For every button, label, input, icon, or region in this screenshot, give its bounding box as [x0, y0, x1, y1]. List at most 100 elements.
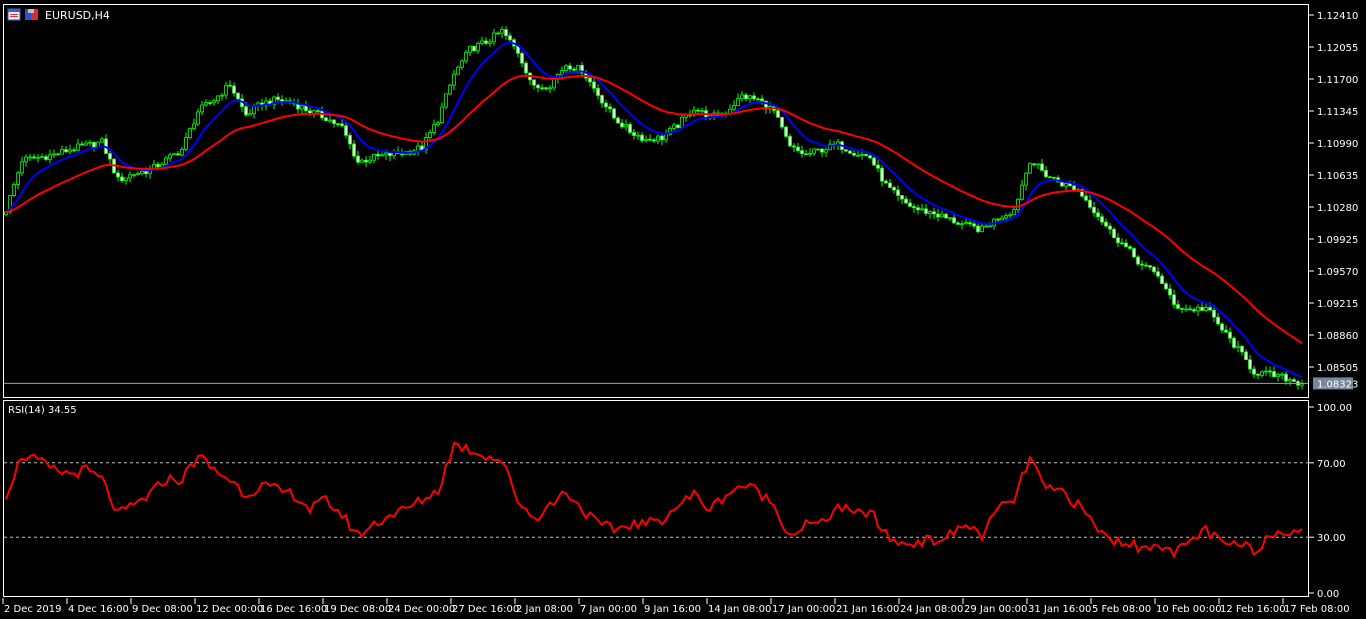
- candle-body-bear: [1256, 373, 1260, 376]
- candle-body-bear: [864, 154, 868, 157]
- candle-body-bear: [232, 85, 236, 94]
- candle-body-bull: [384, 152, 388, 156]
- time-tick-label: 14 Jan 08:00: [708, 604, 771, 615]
- candle-body-bear: [1224, 329, 1228, 333]
- candle-body-bear: [1156, 271, 1160, 277]
- candle-body-bear: [676, 124, 680, 128]
- candle-body-bull: [552, 78, 556, 89]
- candle-body-bear: [944, 213, 948, 219]
- candle-body-bear: [1088, 199, 1092, 208]
- candle-body-bull: [500, 29, 504, 34]
- price-tick-label: 1.08860: [1317, 331, 1358, 342]
- candle-body-bull: [680, 116, 684, 128]
- time-tick-label: 21 Jan 16:00: [836, 604, 899, 615]
- candle-body-bull: [452, 73, 456, 86]
- candle-body-bear: [968, 222, 972, 225]
- candle-body-bull: [480, 40, 484, 44]
- candle-body-bear: [400, 153, 404, 156]
- candle-body-bear: [72, 149, 76, 152]
- time-tick-label: 31 Jan 16:00: [1028, 604, 1091, 615]
- candle-body-bull: [960, 223, 964, 226]
- candle-body-bear: [916, 207, 920, 211]
- rsi-title: RSI(14) 34.55: [8, 405, 77, 416]
- candle: [1080, 188, 1084, 198]
- candle-body-bull: [88, 141, 92, 144]
- time-tick-label: 19 Dec 08:00: [324, 604, 391, 615]
- candle-body-bear: [1240, 345, 1244, 353]
- candle-body-bull: [428, 132, 432, 138]
- candle-body-bull: [1024, 172, 1028, 186]
- candle-body-bull: [672, 124, 676, 129]
- candle-body-bull: [1260, 371, 1264, 376]
- candle-body-bear: [620, 122, 624, 128]
- candle-body-bear: [648, 138, 652, 141]
- candle-body-bull: [132, 174, 136, 177]
- candle-body-bull: [60, 149, 64, 155]
- candle-body-bear: [244, 106, 248, 116]
- candle-body-bear: [660, 135, 664, 141]
- candle-body-bull: [416, 145, 420, 152]
- candle-body-bear: [632, 132, 636, 136]
- price-tick-label: 1.09570: [1317, 267, 1358, 278]
- candle-body-bear: [1096, 212, 1100, 218]
- candle-body-bear: [1052, 176, 1056, 179]
- time-tick-label: 24 Dec 00:00: [388, 604, 455, 615]
- candle-body-bear: [1200, 306, 1204, 311]
- candle-body-bear: [612, 108, 616, 119]
- candle-body-bear: [996, 218, 1000, 221]
- candle: [784, 125, 788, 139]
- candle-body-bear: [348, 134, 352, 145]
- candle-body-bull: [548, 87, 552, 90]
- candle-body-bear: [1108, 225, 1112, 230]
- candle-body-bull: [216, 95, 220, 102]
- candle-body-bull: [432, 124, 436, 133]
- candle-body-bear: [108, 153, 112, 160]
- candle-body-bull: [1204, 307, 1208, 311]
- price-tick-label: 1.12055: [1317, 43, 1358, 54]
- candle-body-bear: [976, 225, 980, 233]
- price-tick-label: 1.11345: [1317, 107, 1358, 118]
- candle: [188, 127, 192, 140]
- candle-body-bear: [908, 202, 912, 207]
- candle-body-bull: [1008, 214, 1012, 217]
- candle-body-bear: [1172, 294, 1176, 305]
- candle-body-bull: [464, 51, 468, 62]
- candle-body-bull: [564, 65, 568, 71]
- candle-body-bear: [344, 125, 348, 136]
- candle-body-bear: [520, 52, 524, 64]
- price-tick-label: 1.11700: [1317, 75, 1358, 86]
- chart-window[interactable]: 1.12410 1.12055 1.11700 1.11345 1.10990 1.106…: [0, 0, 1366, 619]
- candle-body-bull: [164, 157, 168, 165]
- candle-body-bear: [1188, 308, 1192, 311]
- candle-body-bear: [1072, 185, 1076, 191]
- candle-body-bear: [504, 29, 508, 37]
- candle-body-bull: [204, 102, 208, 106]
- chart-window-icon: [7, 8, 21, 21]
- candle-body-bear: [1216, 316, 1220, 325]
- candle-body-bear: [340, 123, 344, 127]
- candle-body-bear: [1120, 242, 1124, 245]
- candle-body-bull: [1000, 217, 1004, 221]
- candle: [1028, 162, 1032, 174]
- candle: [676, 124, 680, 129]
- candle-body-bear: [596, 87, 600, 96]
- candle-body-bull: [444, 93, 448, 108]
- candle-body-bull: [940, 213, 944, 218]
- candle-body-bull: [1020, 184, 1024, 200]
- candle-body-bull: [468, 45, 472, 53]
- candle-body-bear: [900, 195, 904, 200]
- candle-body-bear: [1268, 370, 1272, 373]
- candle-body-bear: [868, 155, 872, 159]
- candle-body-bull: [1264, 370, 1268, 373]
- candle-body-bear: [780, 116, 784, 128]
- candle-body-bear: [784, 126, 788, 137]
- candle-body-bull: [1016, 198, 1020, 211]
- candle-body-bull: [700, 110, 704, 112]
- candle-body-bear: [820, 148, 824, 153]
- candle-body-bull: [220, 94, 224, 97]
- candle-body-bull: [980, 225, 984, 233]
- candle-body-bear: [92, 141, 96, 148]
- candle-body-bear: [1132, 248, 1136, 258]
- rsi-tick-label: 100.00: [1317, 403, 1352, 414]
- candle-body-bull: [1064, 183, 1068, 187]
